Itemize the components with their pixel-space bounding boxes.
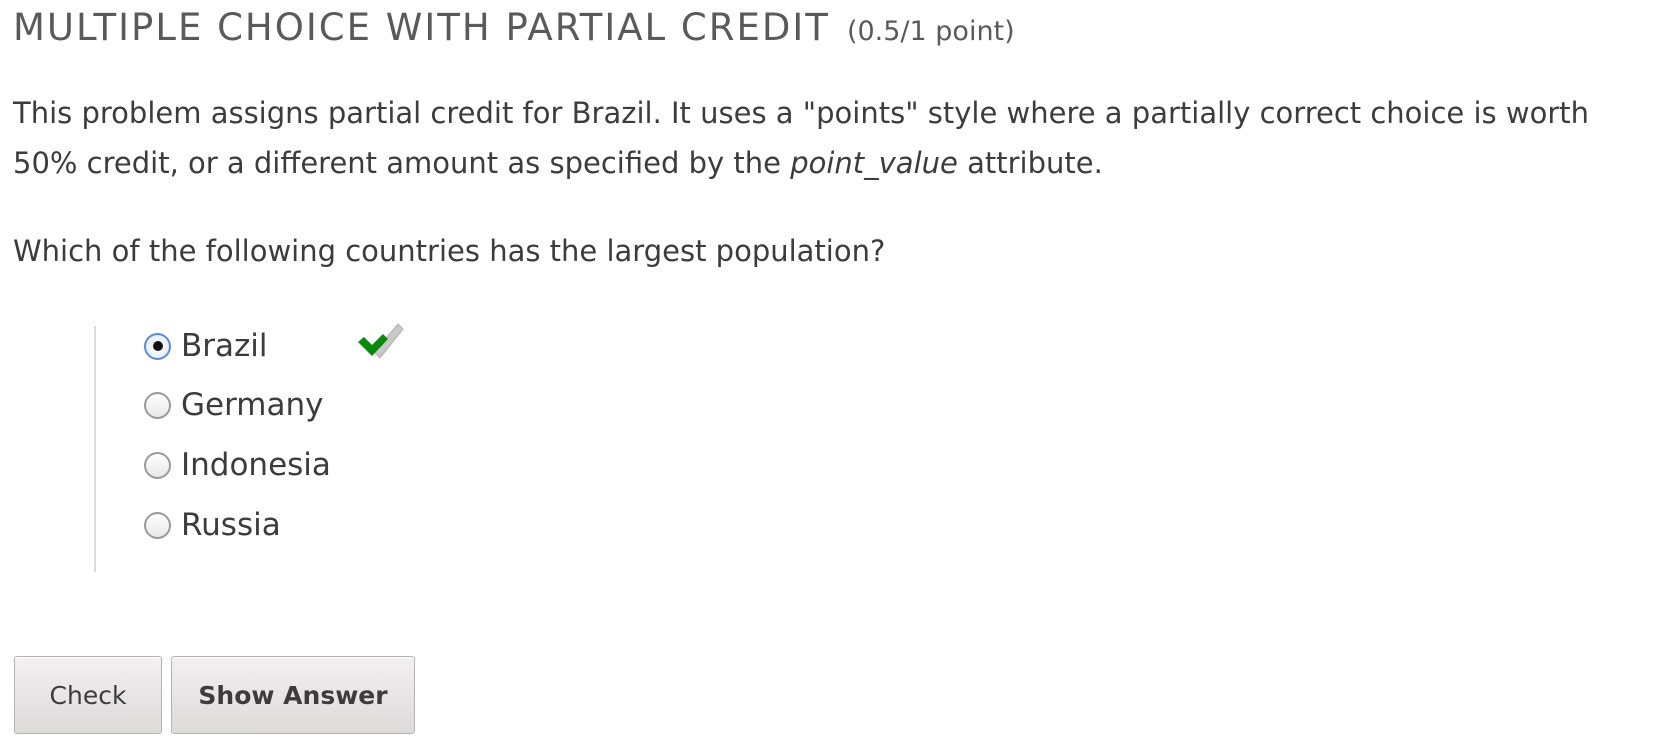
choice-label-germany: Germany (181, 387, 324, 423)
check-button[interactable]: Check (14, 656, 162, 734)
choice-label-russia: Russia (181, 507, 281, 543)
choice-group: Brazil Germany Indonesia Russia (94, 323, 496, 572)
show-answer-button[interactable]: Show Answer (171, 656, 415, 734)
problem-description: This problem assigns partial credit for … (13, 88, 1653, 188)
radio-russia[interactable] (144, 511, 171, 539)
description-attribute-name: point_value (790, 146, 958, 180)
choice-label-indonesia: Indonesia (181, 447, 331, 483)
partial-check-icon (358, 323, 404, 359)
question-text: Which of the following countries has the… (13, 234, 886, 268)
choice-germany[interactable]: Germany (144, 385, 323, 425)
problem-title: MULTIPLE CHOICE WITH PARTIAL CREDIT (13, 6, 830, 49)
radio-brazil[interactable] (144, 332, 171, 360)
choice-brazil[interactable]: Brazil (144, 323, 404, 366)
radio-germany[interactable] (144, 391, 171, 419)
problem-score: (0.5/1 point) (846, 16, 1015, 47)
problem-header: MULTIPLE CHOICE WITH PARTIAL CREDIT (0.5… (13, 6, 1015, 49)
choice-label-brazil: Brazil (181, 328, 268, 364)
description-text-end: attribute. (957, 146, 1103, 180)
choice-russia[interactable]: Russia (144, 505, 281, 545)
choice-indonesia[interactable]: Indonesia (144, 445, 331, 485)
radio-indonesia[interactable] (144, 451, 171, 479)
